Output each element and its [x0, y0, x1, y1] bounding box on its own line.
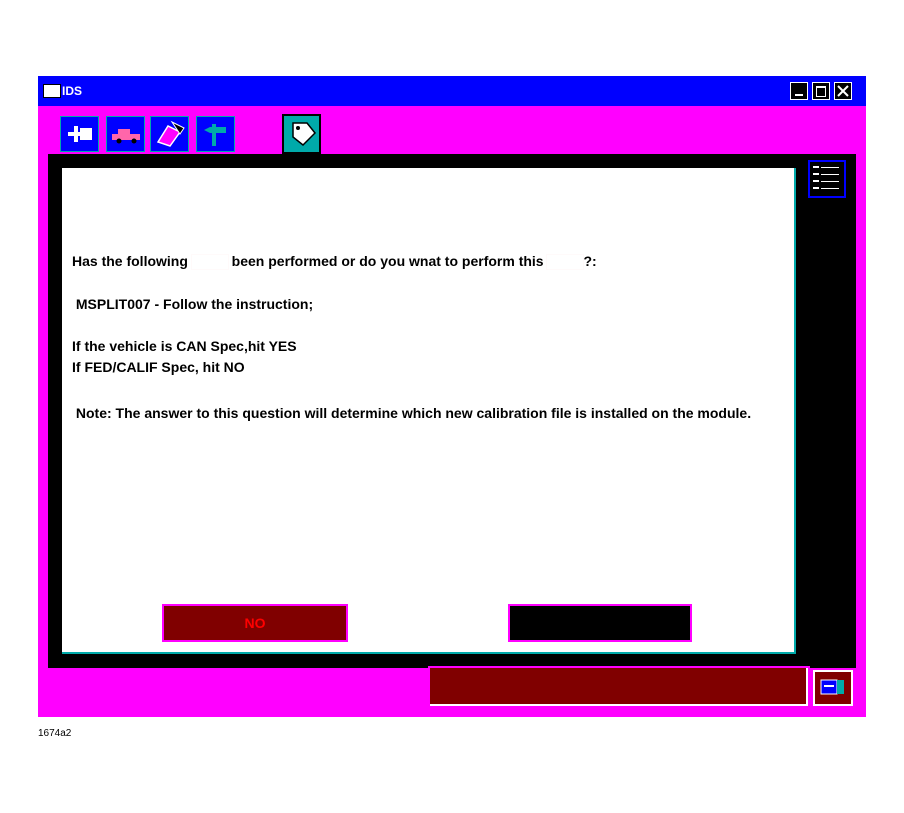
main-panel: Has the following been performed or do y… — [48, 154, 856, 668]
message-area: Has the following been performed or do y… — [62, 168, 796, 654]
figure-caption: 1674a2 — [38, 728, 72, 739]
list-icon — [813, 166, 839, 189]
status-button[interactable] — [813, 670, 853, 706]
question-suffix: ?: — [583, 253, 597, 269]
tab-tag[interactable] — [282, 114, 321, 154]
tab-signpost[interactable] — [196, 116, 235, 152]
close-icon — [837, 85, 849, 97]
maximize-button[interactable] — [812, 82, 830, 100]
signpost-icon — [204, 124, 226, 146]
question-prefix: Has the following — [72, 253, 192, 269]
procedure-text: MSPLIT007 - Follow the instruction; — [72, 296, 314, 312]
card-icon — [820, 679, 844, 695]
note-text: Note: The answer to this question will d… — [72, 405, 752, 421]
no-button[interactable]: NO — [162, 604, 348, 642]
close-button[interactable] — [834, 82, 852, 100]
window-title: IDS — [62, 84, 83, 98]
yes-button[interactable]: YES — [508, 604, 692, 642]
fed-instruction: If FED/CALIF Spec, hit NO — [72, 359, 245, 375]
question-middle: been performed or do you wnat to perform… — [227, 253, 548, 269]
list-menu-button[interactable] — [808, 160, 846, 198]
tab-connector[interactable] — [60, 116, 99, 152]
tab-tools[interactable] — [150, 116, 189, 152]
tab-vehicle[interactable] — [106, 116, 145, 152]
ids-window: IDS Has the following been performed or … — [38, 76, 866, 717]
title-bar: IDS — [38, 76, 866, 106]
vehicle-icon — [112, 129, 140, 144]
status-bar — [428, 666, 810, 708]
can-instruction: If the vehicle is CAN Spec,hit YES — [72, 338, 297, 354]
connector-icon — [68, 126, 92, 142]
tag-icon — [292, 122, 317, 147]
window-icon — [43, 84, 61, 98]
highlight-blank — [191, 255, 228, 270]
question-text: Has the following been performed or do y… — [72, 253, 597, 270]
highlight-blank — [547, 255, 584, 270]
minimize-button[interactable] — [790, 82, 808, 100]
tools-icon — [156, 120, 185, 147]
